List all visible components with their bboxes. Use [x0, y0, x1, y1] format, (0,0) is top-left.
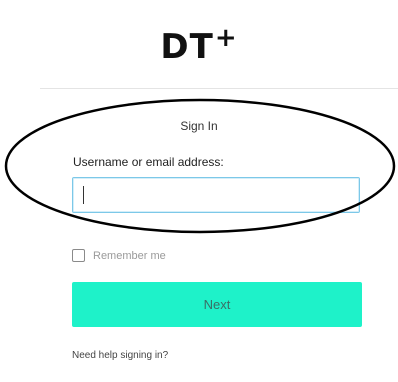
dt-plus-logo: DT+: [0, 18, 398, 67]
next-button[interactable]: Next: [72, 282, 362, 327]
username-label: Username or email address:: [73, 155, 224, 169]
text-caret: [83, 186, 84, 204]
remember-me-label[interactable]: Remember me: [93, 250, 166, 262]
sign-in-title: Sign In: [180, 119, 218, 133]
remember-me-row[interactable]: Remember me: [72, 249, 166, 262]
username-input[interactable]: [72, 177, 360, 213]
logo-text: DT: [160, 27, 214, 67]
header-divider: [40, 88, 398, 89]
sign-in-page: DT+ Sign In Username or email address: R…: [0, 0, 398, 382]
logo-plus: +: [214, 23, 238, 53]
help-signing-in-link[interactable]: Need help signing in?: [72, 350, 168, 361]
remember-me-checkbox[interactable]: [72, 249, 85, 262]
